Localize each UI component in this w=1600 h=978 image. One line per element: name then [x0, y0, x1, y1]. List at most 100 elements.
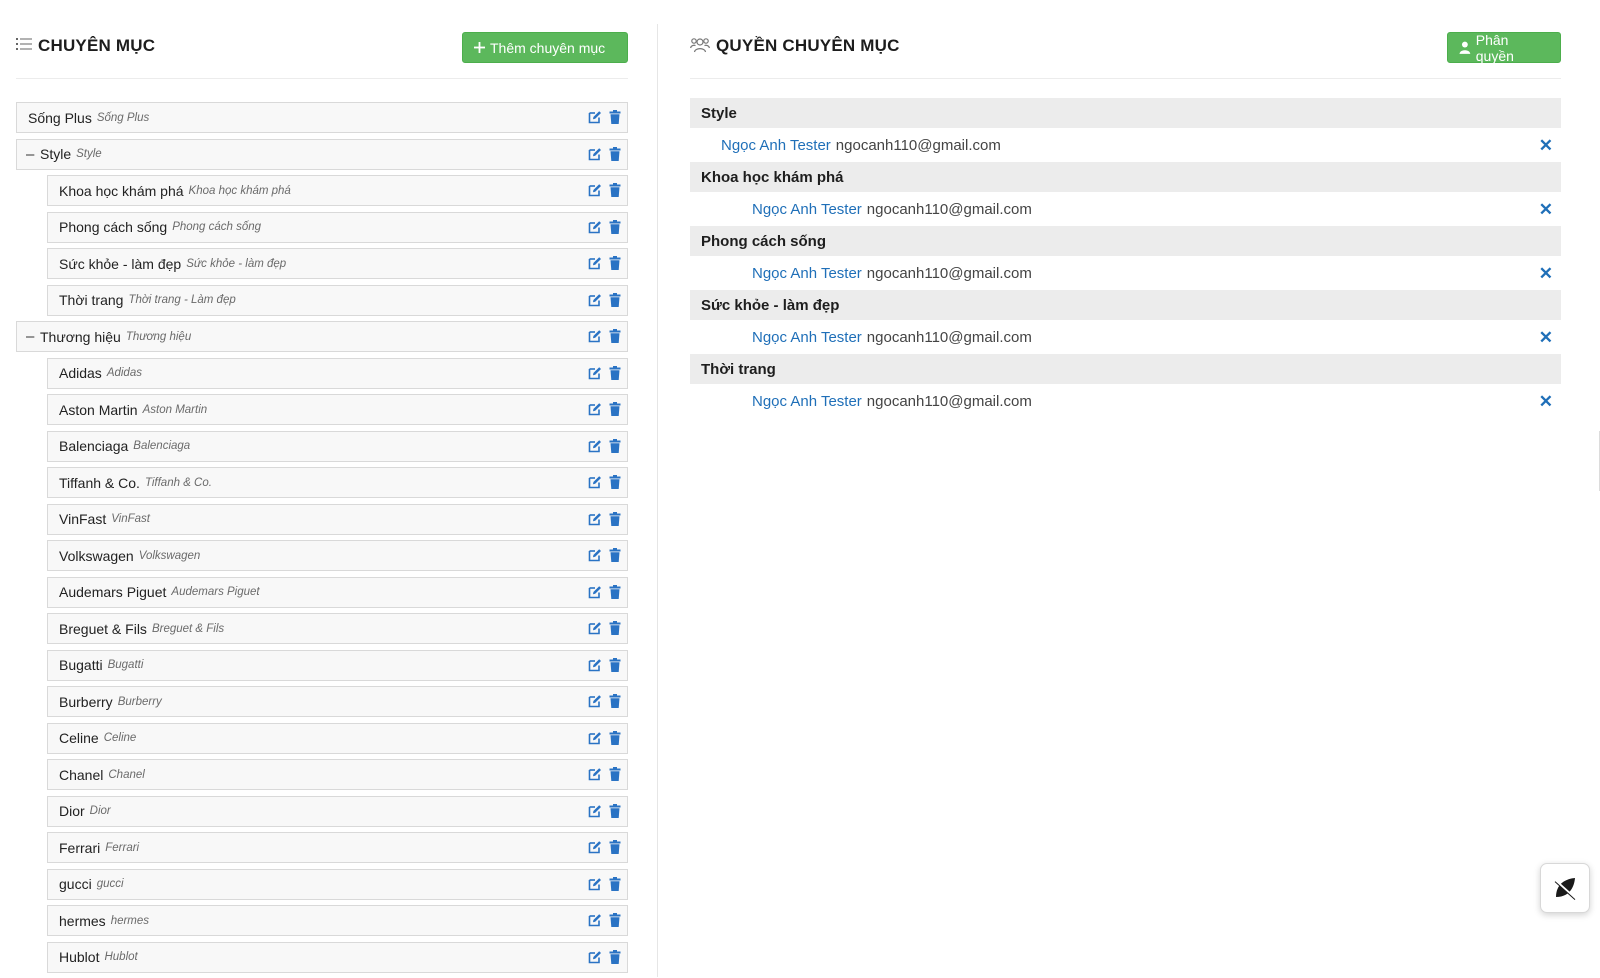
- trash-icon[interactable]: [609, 146, 621, 161]
- list-icon: [16, 37, 32, 56]
- category-row[interactable]: Balenciaga Balenciaga: [47, 430, 628, 462]
- trash-icon[interactable]: [609, 110, 621, 124]
- edit-icon[interactable]: [588, 548, 602, 562]
- remove-permission-icon[interactable]: ✕: [1539, 392, 1553, 412]
- trash-icon[interactable]: [609, 292, 621, 307]
- category-row[interactable]: Chanel Chanel: [47, 759, 628, 790]
- edit-icon[interactable]: [588, 585, 602, 599]
- category-alias: Sức khỏe - làm đẹp: [186, 257, 287, 270]
- edit-icon[interactable]: [588, 621, 602, 635]
- floating-action-button[interactable]: [1540, 863, 1590, 913]
- trash-icon[interactable]: [609, 913, 621, 927]
- edit-icon[interactable]: [588, 658, 602, 672]
- edit-icon[interactable]: [588, 512, 602, 526]
- category-row[interactable]: Dior Dior: [47, 795, 628, 827]
- trash-icon[interactable]: [609, 730, 621, 745]
- trash-icon[interactable]: [609, 219, 621, 234]
- row-actions: [588, 511, 621, 526]
- category-row[interactable]: Bugatti Bugatti: [47, 649, 628, 681]
- edit-icon[interactable]: [588, 913, 602, 927]
- edit-icon[interactable]: [588, 220, 602, 234]
- remove-permission-icon[interactable]: ✕: [1539, 264, 1553, 284]
- row-actions: [588, 365, 621, 380]
- trash-icon[interactable]: [609, 183, 621, 197]
- add-category-button[interactable]: Thêm chuyên mục: [462, 32, 628, 63]
- category-row[interactable]: Hublot Hublot: [47, 941, 628, 973]
- assign-permission-button[interactable]: Phân quyền: [1447, 32, 1561, 64]
- category-row[interactable]: hermes hermes: [47, 905, 628, 936]
- trash-icon[interactable]: [609, 329, 621, 343]
- edit-icon[interactable]: [588, 329, 602, 343]
- edit-icon[interactable]: [588, 366, 602, 380]
- remove-permission-icon[interactable]: ✕: [1539, 328, 1553, 348]
- edit-icon[interactable]: [588, 694, 602, 708]
- trash-icon[interactable]: [609, 949, 621, 964]
- row-actions: [588, 475, 621, 489]
- collapse-toggle[interactable]: –: [26, 146, 40, 163]
- user-name-link[interactable]: Ngọc Anh Tester: [721, 137, 831, 154]
- edit-icon[interactable]: [588, 475, 602, 489]
- trash-icon[interactable]: [609, 438, 621, 453]
- category-alias: VinFast: [111, 513, 150, 525]
- category-row[interactable]: Khoa học khám phá Khoa học khám phá: [47, 175, 628, 206]
- trash-icon[interactable]: [609, 365, 621, 380]
- category-row[interactable]: Audemars Piguet Audemars Piguet: [47, 576, 628, 608]
- category-row[interactable]: Burberry Burberry: [47, 686, 628, 717]
- trash-icon[interactable]: [609, 475, 621, 489]
- trash-icon[interactable]: [609, 548, 621, 562]
- trash-icon[interactable]: [609, 876, 621, 891]
- remove-permission-icon[interactable]: ✕: [1539, 200, 1553, 220]
- trash-icon[interactable]: [609, 402, 621, 416]
- edit-icon[interactable]: [588, 804, 602, 818]
- category-row[interactable]: Celine Celine: [47, 722, 628, 754]
- edit-icon[interactable]: [588, 183, 602, 197]
- trash-icon[interactable]: [609, 840, 621, 854]
- category-alias: Dior: [89, 805, 111, 817]
- category-row[interactable]: gucci gucci: [47, 868, 628, 900]
- edit-icon[interactable]: [588, 731, 602, 745]
- trash-icon[interactable]: [609, 511, 621, 526]
- category-name: Audemars Piguet: [59, 584, 167, 600]
- trash-icon[interactable]: [609, 694, 621, 708]
- category-row[interactable]: VinFast VinFast: [47, 503, 628, 535]
- trash-icon[interactable]: [609, 803, 621, 818]
- trash-icon[interactable]: [609, 584, 621, 599]
- category-row[interactable]: Phong cách sống Phong cách sống: [47, 211, 628, 243]
- category-alias: Ferrari: [105, 841, 140, 854]
- remove-permission-icon[interactable]: ✕: [1539, 136, 1553, 156]
- category-row[interactable]: Sống Plus Sống Plus: [16, 102, 628, 133]
- edit-icon[interactable]: [588, 293, 602, 307]
- trash-icon[interactable]: [609, 621, 621, 635]
- user-name-link[interactable]: Ngọc Anh Tester: [752, 329, 862, 346]
- category-row[interactable]: Volkswagen Volkswagen: [47, 540, 628, 571]
- collapse-toggle[interactable]: –: [26, 328, 40, 345]
- user-name-link[interactable]: Ngọc Anh Tester: [752, 201, 862, 218]
- category-row[interactable]: Thời trang Thời trang - Làm đẹp: [47, 284, 628, 316]
- category-row[interactable]: Aston Martin Aston Martin: [47, 394, 628, 425]
- row-actions: [588, 913, 621, 927]
- edit-icon[interactable]: [588, 439, 602, 453]
- category-alias: Celine: [103, 732, 137, 744]
- edit-icon[interactable]: [588, 256, 602, 270]
- category-row[interactable]: – Thương hiệu Thương hiệu: [16, 321, 628, 352]
- trash-icon[interactable]: [609, 256, 621, 270]
- category-row[interactable]: Breguet & Fils Breguet & Fils: [47, 613, 628, 644]
- edit-icon[interactable]: [588, 110, 602, 124]
- user-name-link[interactable]: Ngọc Anh Tester: [752, 393, 862, 410]
- edit-icon[interactable]: [588, 402, 602, 416]
- category-row[interactable]: Ferrari Ferrari: [47, 832, 628, 863]
- category-row[interactable]: Adidas Adidas: [47, 357, 628, 389]
- edit-icon[interactable]: [588, 950, 602, 964]
- user-email: ngocanh110@gmail.com: [866, 200, 1032, 218]
- category-row[interactable]: Tiffanh & Co. Tiffanh & Co.: [47, 467, 628, 498]
- trash-icon[interactable]: [609, 767, 621, 781]
- category-name: Style: [40, 146, 72, 162]
- edit-icon[interactable]: [588, 877, 602, 891]
- edit-icon[interactable]: [588, 767, 602, 781]
- user-name-link[interactable]: Ngọc Anh Tester: [752, 265, 862, 282]
- category-row[interactable]: Sức khỏe - làm đẹp Sức khỏe - làm đẹp: [47, 248, 628, 279]
- edit-icon[interactable]: [588, 840, 602, 854]
- category-row[interactable]: – Style Style: [16, 138, 628, 170]
- edit-icon[interactable]: [588, 147, 602, 161]
- trash-icon[interactable]: [609, 657, 621, 672]
